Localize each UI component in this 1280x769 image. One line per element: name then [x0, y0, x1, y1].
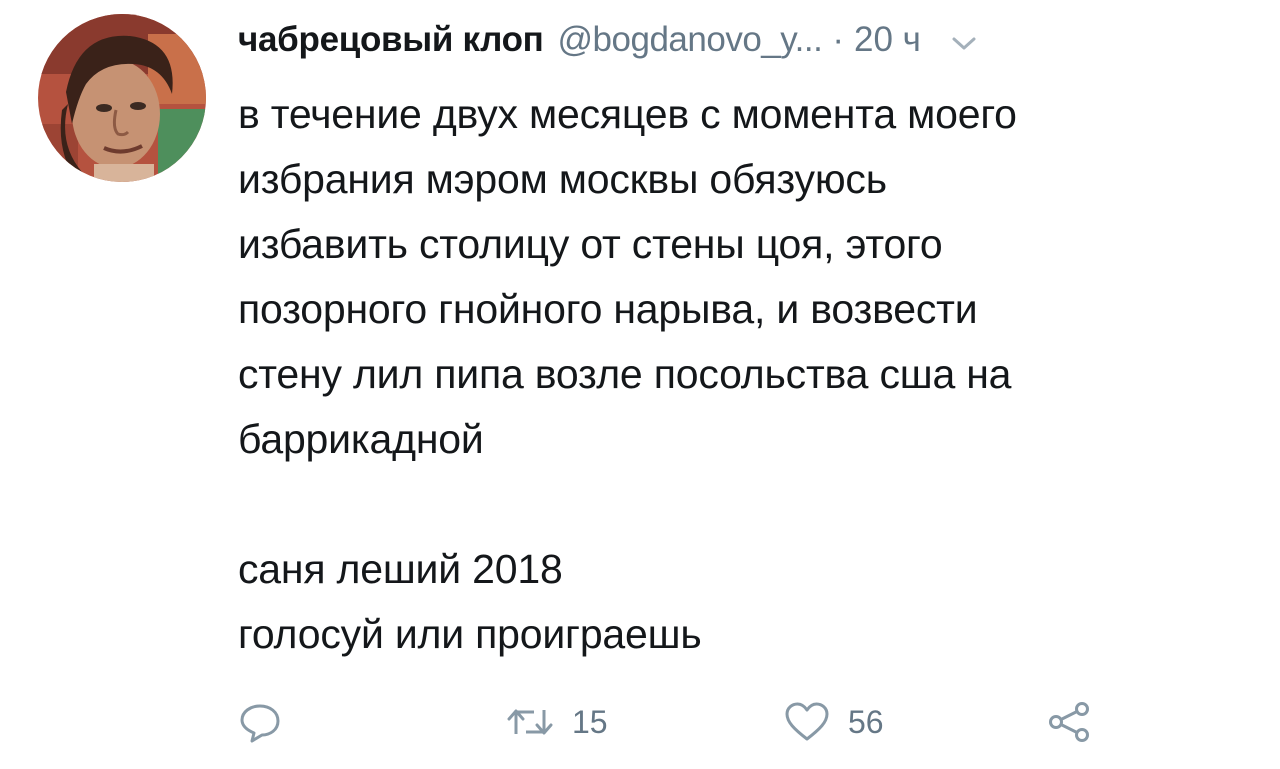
heart-icon	[785, 702, 829, 741]
more-options-button[interactable]	[951, 36, 977, 52]
avatar-image	[38, 14, 206, 182]
tweet-text: в течение двух месяцев с момента моего и…	[238, 91, 1017, 657]
reply-button[interactable]	[238, 696, 282, 748]
timestamp[interactable]: 20 ч	[854, 20, 921, 60]
speech-bubble-icon	[240, 704, 280, 743]
display-name[interactable]: чабрецовый клоп	[238, 20, 544, 60]
retweet-arrows-icon	[507, 709, 553, 735]
share-nodes-icon	[1049, 702, 1089, 742]
like-count: 56	[848, 703, 884, 740]
retweet-button[interactable]: 15	[506, 696, 608, 748]
tweet-header: чабрецовый клоп @bogdanovo_y... · 20 ч	[238, 14, 1248, 66]
chevron-down-icon	[952, 37, 976, 50]
retweet-count: 15	[572, 703, 608, 740]
user-handle[interactable]: @bogdanovo_y...	[558, 20, 823, 60]
like-button[interactable]: 56	[784, 696, 884, 748]
share-button[interactable]	[1046, 696, 1092, 748]
tweet-actions: 15 56	[238, 696, 1138, 748]
separator-dot: ·	[832, 20, 844, 59]
avatar[interactable]	[38, 14, 206, 182]
